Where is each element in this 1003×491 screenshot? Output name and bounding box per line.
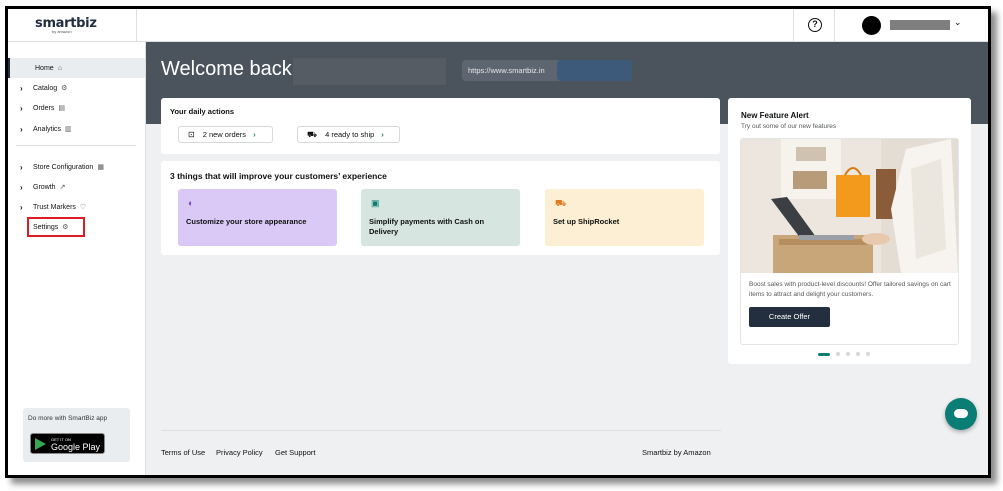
store-url-text: https://www.smartbiz.in bbox=[468, 66, 545, 75]
chevron-right-icon: › bbox=[20, 103, 23, 113]
trust-markers-icon: ♡ bbox=[79, 204, 87, 211]
welcome-title: Welcome back, bbox=[161, 58, 298, 80]
sidebar-item-label: Home bbox=[35, 64, 54, 72]
ready-to-ship-chip[interactable]: ⛟ 4 ready to ship › bbox=[297, 126, 400, 143]
tile-label: Simplify payments with Cash on Delivery bbox=[369, 217, 485, 236]
sidebar-item-catalog[interactable]: › Catalog ⚙ bbox=[8, 78, 145, 98]
chip-label: 4 ready to ship bbox=[325, 130, 375, 139]
tile-label: Set up ShipRocket bbox=[553, 217, 620, 226]
carousel-dot[interactable] bbox=[846, 352, 850, 356]
create-offer-button[interactable]: Create Offer bbox=[749, 307, 830, 327]
sidebar-item-label: Growth bbox=[33, 184, 56, 191]
chevron-right-icon: › bbox=[20, 202, 23, 212]
improve-experience-card: 3 things that will improve your customer… bbox=[161, 161, 720, 255]
shiprocket-tile[interactable]: ⛟ Set up ShipRocket bbox=[545, 189, 704, 246]
privacy-link[interactable]: Privacy Policy bbox=[216, 448, 263, 457]
daily-actions-title: Your daily actions bbox=[170, 107, 235, 116]
top-bar: smartbiz by amazon ? ⌄ bbox=[8, 9, 988, 42]
truck-icon: ⛟ bbox=[307, 129, 318, 139]
sidebar-item-growth[interactable]: › Growth ↗ bbox=[8, 177, 145, 197]
chevron-right-icon: › bbox=[381, 130, 384, 139]
footer-divider bbox=[161, 430, 721, 431]
chip-label: 2 new orders bbox=[202, 130, 247, 139]
username-redacted[interactable] bbox=[890, 20, 950, 30]
sidebar: Home ⌂ › Catalog ⚙ › Orders ▤ › Analytics ▥ … bbox=[8, 42, 146, 475]
daily-actions-card: Your daily actions ⊡ 2 new orders › ⛟ 4 … bbox=[161, 98, 720, 154]
home-icon: ⌂ bbox=[57, 64, 62, 72]
store-icon: ▦ bbox=[97, 164, 104, 171]
carousel-dot[interactable] bbox=[836, 352, 840, 356]
catalog-icon: ⚙ bbox=[61, 85, 68, 92]
store-url-redacted bbox=[557, 60, 632, 81]
store-url-link[interactable]: https://www.smartbiz.in bbox=[462, 60, 632, 81]
logo-subtitle: by amazon bbox=[52, 29, 72, 34]
google-play-icon bbox=[35, 438, 46, 450]
cash-icon: ▣ bbox=[371, 198, 380, 208]
tile-label: Customize your store appearance bbox=[186, 217, 307, 226]
avatar[interactable] bbox=[862, 16, 881, 35]
orders-icon: ▤ bbox=[58, 105, 66, 112]
app-promo-text: Do more with SmartBiz app bbox=[28, 415, 108, 422]
carousel-dots bbox=[818, 352, 870, 356]
chat-button[interactable] bbox=[945, 398, 977, 430]
palette-icon: ◐ bbox=[188, 198, 194, 208]
logo-cell: smartbiz by amazon bbox=[8, 9, 137, 41]
chevron-right-icon: › bbox=[20, 182, 23, 192]
store-name-redacted bbox=[293, 58, 446, 85]
sidebar-item-store-configuration[interactable]: › Store Configuration ▦ bbox=[8, 157, 145, 177]
terms-link[interactable]: Terms of Use bbox=[161, 448, 205, 457]
carousel-dot[interactable] bbox=[856, 352, 860, 356]
app-promo-card: Do more with SmartBiz app GET IT ON Goog… bbox=[23, 408, 130, 462]
cash-on-delivery-tile[interactable]: ▣ Simplify payments with Cash on Deliver… bbox=[361, 189, 520, 246]
new-orders-chip[interactable]: ⊡ 2 new orders › bbox=[178, 126, 273, 143]
help-icon: ? bbox=[808, 18, 822, 32]
truck-icon: ⛟ bbox=[555, 198, 567, 208]
chevron-right-icon: › bbox=[20, 124, 23, 134]
chevron-right-icon: › bbox=[20, 83, 23, 93]
sidebar-item-label: Orders bbox=[33, 105, 55, 112]
growth-icon: ↗ bbox=[59, 184, 66, 191]
feature-subtitle: Try out some of our new features bbox=[741, 123, 837, 130]
feature-description: Boost sales with product-level discounts… bbox=[749, 281, 951, 298]
google-play-badge[interactable]: GET IT ON Google Play bbox=[30, 433, 105, 454]
google-play-name: Google Play bbox=[51, 442, 101, 452]
feature-carousel-slide: Boost sales with product-level discounts… bbox=[740, 138, 959, 345]
carousel-dot-active[interactable] bbox=[818, 352, 830, 356]
chat-icon bbox=[954, 409, 968, 418]
sidebar-divider bbox=[16, 145, 136, 146]
improve-title: 3 things that will improve your customer… bbox=[170, 171, 387, 181]
inbox-icon: ⊡ bbox=[188, 130, 195, 139]
chevron-down-icon[interactable]: ⌄ bbox=[954, 17, 962, 28]
support-link[interactable]: Get Support bbox=[275, 448, 315, 457]
feature-title: New Feature Alert bbox=[741, 111, 809, 120]
chevron-right-icon: › bbox=[253, 130, 256, 139]
analytics-icon: ▥ bbox=[65, 126, 72, 133]
sidebar-item-home[interactable]: Home ⌂ bbox=[8, 58, 145, 78]
app-window: smartbiz by amazon ? ⌄ Home ⌂ › Catalog ⚙ … bbox=[5, 6, 991, 478]
new-feature-card: New Feature Alert Try out some of our ne… bbox=[728, 98, 971, 364]
sidebar-item-label: Analytics bbox=[33, 126, 62, 133]
feature-photo bbox=[741, 139, 958, 273]
footer-brand: Smartbiz by Amazon bbox=[642, 448, 711, 457]
help-button[interactable]: ? bbox=[793, 9, 835, 41]
customize-store-tile[interactable]: ◐ Customize your store appearance bbox=[178, 189, 337, 246]
sidebar-item-trust-markers[interactable]: › Trust Markers ♡ bbox=[8, 197, 145, 217]
chevron-right-icon: › bbox=[20, 162, 23, 172]
sidebar-item-label: Store Configuration bbox=[33, 164, 94, 171]
sidebar-item-analytics[interactable]: › Analytics ▥ bbox=[8, 119, 145, 139]
sidebar-item-label: Catalog bbox=[33, 85, 58, 92]
carousel-dot[interactable] bbox=[866, 352, 870, 356]
sidebar-item-orders[interactable]: › Orders ▤ bbox=[8, 98, 145, 118]
settings-highlight-box bbox=[27, 217, 85, 237]
sidebar-item-label: Trust Markers bbox=[33, 204, 76, 211]
